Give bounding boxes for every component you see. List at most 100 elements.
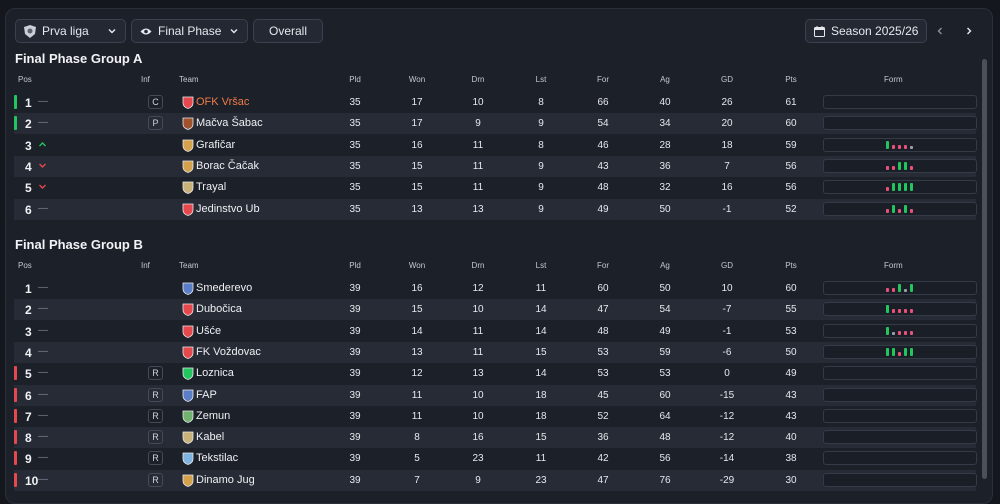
stage-dropdown[interactable]: Final Phase xyxy=(131,19,248,43)
relegation-zone-marker xyxy=(14,451,17,466)
stat-pts: 43 xyxy=(785,389,797,401)
stat-for: 49 xyxy=(597,203,609,215)
column-header-pts[interactable]: Pts xyxy=(776,261,806,270)
table-row[interactable]: 3 Grafičar 35 16 11 8 46 28 18 59 xyxy=(14,135,977,156)
form-guide[interactable] xyxy=(823,201,977,216)
column-header-lst[interactable]: Lst xyxy=(526,75,556,84)
form-guide[interactable] xyxy=(823,430,977,445)
team-name-link[interactable]: Borac Čačak xyxy=(196,160,259,172)
column-header-ag[interactable]: Ag xyxy=(650,75,680,84)
team-name-link[interactable]: Mačva Šabac xyxy=(196,117,263,129)
position: 3 xyxy=(25,138,32,153)
team-name-link[interactable]: Smederevo xyxy=(196,282,252,294)
chevron-down-icon xyxy=(229,26,239,36)
stat-for: 53 xyxy=(597,368,609,380)
form-guide[interactable] xyxy=(823,323,977,338)
position: 5 xyxy=(25,367,32,382)
column-header-gd[interactable]: GD xyxy=(712,261,742,270)
column-header-drn[interactable]: Drn xyxy=(463,261,493,270)
column-header-gd[interactable]: GD xyxy=(712,75,742,84)
column-header-for[interactable]: For xyxy=(588,261,618,270)
column-header-lst[interactable]: Lst xyxy=(526,261,556,270)
form-guide[interactable] xyxy=(823,180,977,195)
team-name-link[interactable]: Zemun xyxy=(196,410,230,422)
column-header-form[interactable]: Form xyxy=(884,261,903,270)
table-row[interactable]: 10— R Dinamo Jug 39 7 9 23 47 76 -29 30 xyxy=(14,469,977,491)
table-row[interactable]: 6 — Jedinstvo Ub 35 13 13 9 49 50 -1 52 xyxy=(14,198,977,220)
form-guide[interactable] xyxy=(823,95,977,109)
column-header-won[interactable]: Won xyxy=(402,261,432,270)
column-header-pos[interactable]: Pos xyxy=(18,75,32,84)
team-name-link[interactable]: Ušće xyxy=(196,325,221,337)
previous-season-button[interactable] xyxy=(930,21,950,41)
season-selector[interactable]: Season 2025/26 xyxy=(805,19,927,43)
column-header-pos[interactable]: Pos xyxy=(18,261,32,270)
table-row[interactable]: 6 — R FAP 39 11 10 18 45 60 -15 43 xyxy=(14,384,977,406)
table-row[interactable]: 5 Trayal 35 15 11 9 48 32 16 56 xyxy=(14,177,977,198)
scrollbar[interactable] xyxy=(982,59,987,479)
table-row[interactable]: 2 — Dubočica 39 15 10 14 47 54 -7 55 xyxy=(14,299,977,321)
table-row[interactable]: 1 — C OFK Vršac 35 17 10 8 66 40 26 61 xyxy=(14,92,977,113)
column-header-team[interactable]: Team xyxy=(179,261,199,270)
form-guide[interactable] xyxy=(823,472,977,487)
info-badge: R xyxy=(148,408,163,423)
form-guide[interactable] xyxy=(823,408,977,423)
standings-scroll-area[interactable]: Final Phase Group A Pos Inf Team Pld Won Drn Ls… xyxy=(6,49,978,503)
table-row[interactable]: 4 — FK Voždovac 39 13 11 15 53 59 -6 50 xyxy=(14,341,977,363)
column-header-pts[interactable]: Pts xyxy=(776,75,806,84)
column-header-ag[interactable]: Ag xyxy=(650,261,680,270)
column-header-inf[interactable]: Inf xyxy=(141,75,150,84)
team-name-link[interactable]: FAP xyxy=(196,389,217,401)
form-guide[interactable] xyxy=(823,302,977,317)
team-name-link[interactable]: Loznica xyxy=(196,367,234,379)
form-guide[interactable] xyxy=(823,366,977,381)
form-guide[interactable] xyxy=(823,158,977,173)
form-result-loss xyxy=(886,288,889,292)
form-result-loss xyxy=(886,187,889,192)
column-header-team[interactable]: Team xyxy=(179,75,199,84)
table-row[interactable]: 2 — P Mačva Šabac 35 17 9 9 54 34 20 60 xyxy=(14,113,977,135)
form-guide[interactable] xyxy=(823,137,977,152)
form-guide[interactable] xyxy=(823,116,977,131)
table-row[interactable]: 4 Borac Čačak 35 15 11 9 43 36 7 56 xyxy=(14,155,977,177)
form-result-loss xyxy=(886,165,889,170)
form-result-draw xyxy=(904,289,907,292)
column-header-pld[interactable]: Pld xyxy=(340,75,370,84)
team-name-link[interactable]: Dinamo Jug xyxy=(196,474,255,486)
table-row[interactable]: 5 — R Loznica 39 12 13 14 53 53 0 49 xyxy=(14,363,977,384)
stat-ag: 34 xyxy=(659,118,671,130)
competition-dropdown[interactable]: Prva liga xyxy=(15,19,126,43)
team-name-link[interactable]: Tekstilac xyxy=(196,452,238,464)
team-name-link[interactable]: Grafičar xyxy=(196,139,235,151)
relegation-zone-marker xyxy=(14,366,17,381)
column-header-pld[interactable]: Pld xyxy=(340,261,370,270)
form-guide[interactable] xyxy=(823,387,977,402)
relegation-zone-marker xyxy=(14,472,17,487)
form-result-draw xyxy=(910,145,913,149)
team-name-link[interactable]: Kabel xyxy=(196,431,224,443)
form-guide[interactable] xyxy=(823,344,977,359)
table-row[interactable]: 9 — R Tekstilac 39 5 23 11 42 56 -14 38 xyxy=(14,448,977,469)
position-unchanged-icon: — xyxy=(38,117,48,129)
team-name-link[interactable]: FK Voždovac xyxy=(196,346,261,358)
team-name-link[interactable]: Trayal xyxy=(196,181,226,193)
team-name-link[interactable]: Jedinstvo Ub xyxy=(196,203,260,215)
table-row[interactable]: 1 — Smederevo 39 16 12 11 60 50 10 60 xyxy=(14,278,977,299)
team-name-link[interactable]: Dubočica xyxy=(196,303,242,315)
position-unchanged-icon: — xyxy=(38,345,48,357)
column-header-won[interactable]: Won xyxy=(402,75,432,84)
table-row[interactable]: 8 — R Kabel 39 8 16 15 36 48 -12 40 xyxy=(14,427,977,449)
relegation-zone-marker xyxy=(14,408,17,423)
column-header-for[interactable]: For xyxy=(588,75,618,84)
column-header-inf[interactable]: Inf xyxy=(141,261,150,270)
stat-lst: 23 xyxy=(535,474,547,486)
table-row[interactable]: 7 — R Zemun 39 11 10 18 52 64 -12 43 xyxy=(14,406,977,427)
column-header-drn[interactable]: Drn xyxy=(463,75,493,84)
team-name-link[interactable]: OFK Vršac xyxy=(196,96,249,108)
next-season-button[interactable] xyxy=(959,21,979,41)
column-header-form[interactable]: Form xyxy=(884,75,903,84)
form-guide[interactable] xyxy=(823,281,977,295)
form-guide[interactable] xyxy=(823,451,977,466)
table-row[interactable]: 3 — Ušće 39 14 11 14 48 49 -1 53 xyxy=(14,321,977,342)
overall-button[interactable]: Overall xyxy=(253,19,323,43)
